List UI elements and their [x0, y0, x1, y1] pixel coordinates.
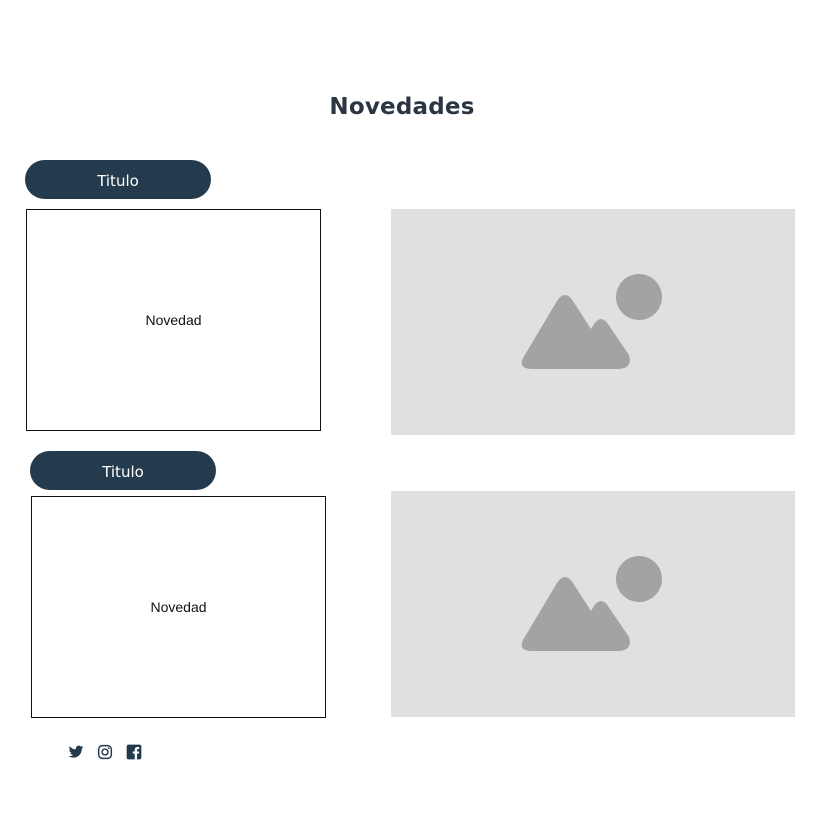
news-content-box-2: Novedad: [31, 496, 326, 718]
news-body-text-2: Novedad: [150, 599, 207, 615]
news-body-text-1: Novedad: [145, 312, 202, 328]
twitter-icon[interactable]: [68, 744, 84, 760]
facebook-icon[interactable]: [126, 744, 142, 760]
instagram-icon[interactable]: [97, 744, 113, 760]
news-title-label-1: Titulo: [97, 172, 139, 190]
image-placeholder-icon: [521, 274, 662, 369]
news-content-box-1: Novedad: [26, 209, 321, 431]
news-title-button-1[interactable]: Titulo: [25, 160, 211, 199]
image-placeholder-icon: [521, 556, 662, 651]
news-title-button-2[interactable]: Titulo: [30, 451, 216, 490]
news-title-label-2: Titulo: [102, 463, 144, 481]
page-title: Novedades: [329, 94, 475, 120]
news-image-placeholder-1: [391, 209, 795, 435]
news-image-placeholder-2: [391, 491, 795, 717]
